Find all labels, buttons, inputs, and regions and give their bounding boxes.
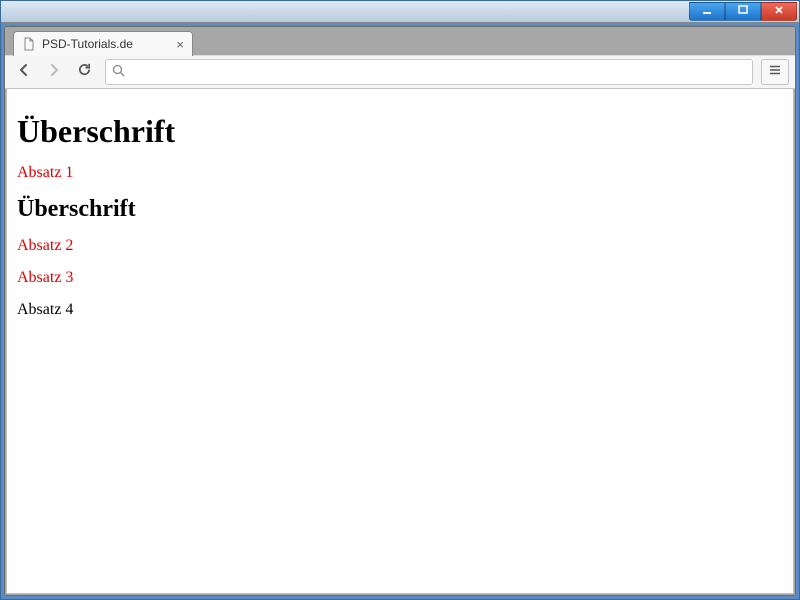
heading-2: Überschrift xyxy=(17,196,783,223)
address-bar[interactable] xyxy=(105,59,753,85)
menu-button[interactable] xyxy=(761,59,789,85)
minimize-icon xyxy=(701,4,713,19)
browser-chrome: PSD-Tutorials.de × xyxy=(4,26,796,596)
browser-toolbar xyxy=(5,55,795,89)
maximize-icon xyxy=(737,4,749,19)
page-body: Überschrift Absatz 1 Überschrift Absatz … xyxy=(7,89,793,343)
paragraph-2: Absatz 2 xyxy=(17,237,783,255)
forward-button[interactable] xyxy=(41,59,67,85)
paragraph-1: Absatz 1 xyxy=(17,164,783,182)
reload-icon xyxy=(77,62,92,82)
paragraph-3: Absatz 3 xyxy=(17,269,783,287)
close-window-icon xyxy=(773,4,785,19)
back-icon xyxy=(16,62,32,83)
window-buttons xyxy=(689,2,797,21)
tabstrip: PSD-Tutorials.de × xyxy=(5,27,795,55)
search-icon xyxy=(112,64,125,80)
close-icon: × xyxy=(176,37,184,52)
back-button[interactable] xyxy=(11,59,37,85)
window-titlebar xyxy=(1,1,799,23)
window-frame: PSD-Tutorials.de × xyxy=(0,0,800,600)
forward-icon xyxy=(46,62,62,83)
address-input[interactable] xyxy=(131,65,746,80)
tab-title: PSD-Tutorials.de xyxy=(42,37,133,51)
browser-tab[interactable]: PSD-Tutorials.de × xyxy=(13,31,193,56)
window-close-button[interactable] xyxy=(761,2,797,21)
content-area[interactable]: Überschrift Absatz 1 Überschrift Absatz … xyxy=(6,89,794,594)
paragraph-4: Absatz 4 xyxy=(17,301,783,319)
heading-1: Überschrift xyxy=(17,113,783,150)
tab-close-button[interactable]: × xyxy=(176,38,184,51)
file-icon xyxy=(22,37,36,51)
reload-button[interactable] xyxy=(71,59,97,85)
menu-icon xyxy=(768,63,782,82)
window-maximize-button[interactable] xyxy=(725,2,761,21)
window-minimize-button[interactable] xyxy=(689,2,725,21)
